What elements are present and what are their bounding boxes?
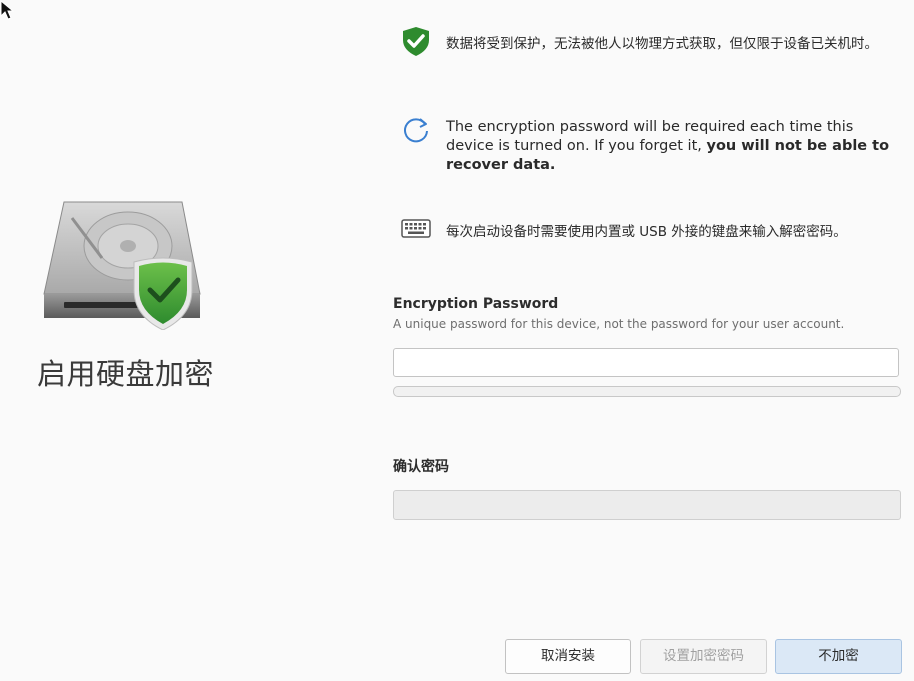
refresh-icon — [404, 118, 428, 143]
password-input[interactable] — [393, 348, 899, 377]
password-hint: A unique password for this device, not t… — [393, 317, 845, 331]
cancel-install-button[interactable]: 取消安装 — [505, 639, 631, 674]
mouse-cursor-icon — [0, 0, 15, 20]
confirm-password-label: 确认密码 — [393, 459, 449, 475]
info-protect-row: 数据将受到保护，无法被他人以物理方式获取，但仅限于设备已关机时。 — [401, 26, 901, 86]
password-label: Encryption Password — [393, 296, 559, 312]
keyboard-icon — [401, 219, 431, 238]
info-keyboard-text: 每次启动设备时需要使用内置或 USB 外接的键盘来输入解密密码。 — [446, 224, 847, 240]
shield-check-icon — [403, 27, 429, 56]
confirm-password-input[interactable] — [393, 490, 901, 520]
info-protect-text: 数据将受到保护，无法被他人以物理方式获取，但仅限于设备已关机时。 — [446, 36, 878, 52]
info-password-text: The encryption password will be required… — [446, 118, 901, 175]
info-password-row: The encryption password will be required… — [401, 116, 901, 176]
set-password-button[interactable]: 设置加密密码 — [640, 639, 767, 674]
password-strength-bar — [393, 386, 901, 397]
info-keyboard-row: 每次启动设备时需要使用内置或 USB 外接的键盘来输入解密密码。 — [401, 214, 901, 244]
page-title: 启用硬盘加密 — [37, 357, 215, 391]
hard-drive-shield-icon — [43, 201, 201, 330]
no-encrypt-button[interactable]: 不加密 — [775, 639, 902, 674]
